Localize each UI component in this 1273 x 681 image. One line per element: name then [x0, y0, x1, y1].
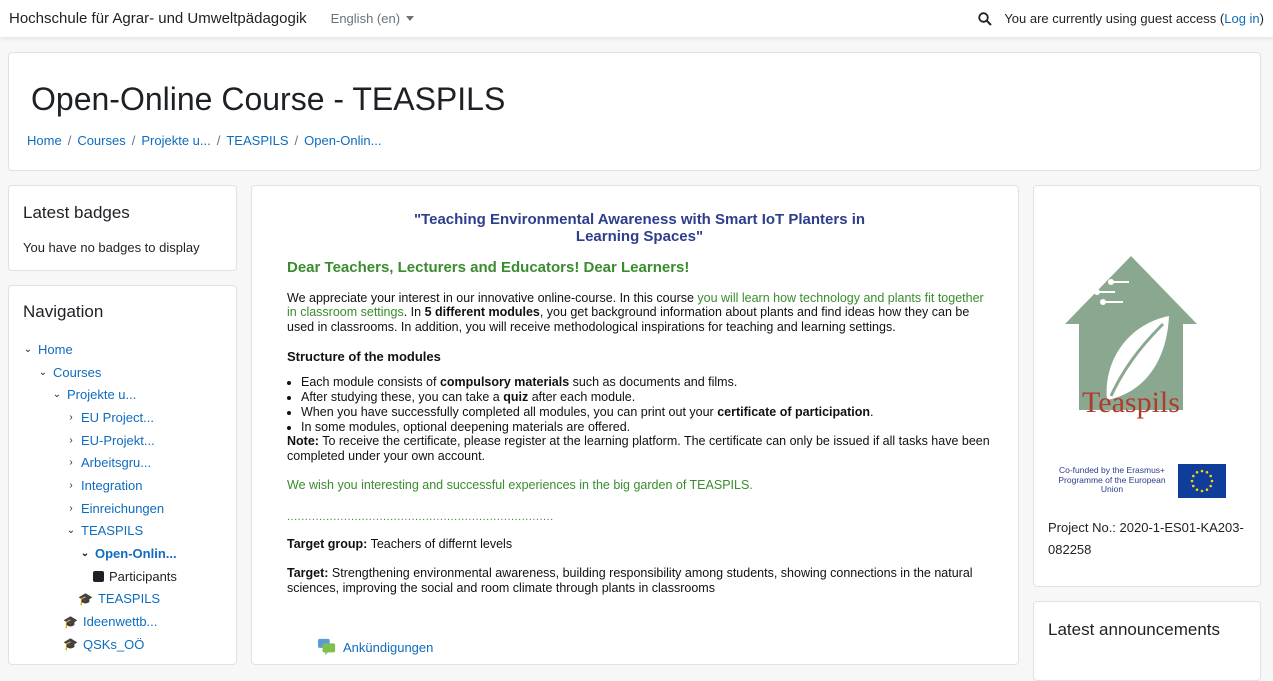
eu-flag-icon	[1178, 463, 1226, 498]
nav-item-home[interactable]: ⌄ Home	[23, 338, 177, 361]
module-list: Each module consists of compulsory mater…	[287, 375, 992, 434]
intro-paragraph: We appreciate your interest in our innov…	[287, 290, 984, 335]
target-text: Target: Strengthening environmental awar…	[287, 566, 973, 595]
latest-badges-block: Latest badges You have no badges to disp…	[8, 185, 237, 271]
block-title-badges: Latest badges	[23, 203, 130, 222]
chevron-right-icon: ›	[69, 479, 73, 491]
participants-icon	[93, 570, 104, 582]
wish-paragraph: We wish you interesting and successful e…	[287, 477, 753, 492]
breadcrumb-open-online[interactable]: Open-Onlin...	[304, 133, 381, 148]
chevron-down-icon: ⌄	[52, 389, 62, 401]
breadcrumb-projekte[interactable]: Projekte u...	[141, 133, 210, 148]
site-name[interactable]: Hochschule für Agrar- und Umweltpädagogi…	[9, 10, 307, 27]
latest-announcements-block: Latest announcements	[1033, 601, 1261, 681]
block-title-announcements: Latest announcements	[1048, 620, 1221, 639]
navigation-block: Navigation ⌄ Home ⌄ Courses ⌄ Projekte u...…	[8, 285, 237, 665]
teaspils-info-block: Teaspils Co-funded by the Erasmus+ Progr…	[1033, 185, 1261, 587]
breadcrumb-home[interactable]: Home	[27, 133, 62, 148]
block-title-navigation: Navigation	[23, 302, 104, 321]
graduation-cap-icon: 🎓	[78, 591, 93, 606]
breadcrumb-teaspils[interactable]: TEASPILS	[226, 133, 288, 148]
navigation-tree: ⌄ Home ⌄ Courses ⌄ Projekte u... › EU Projec…	[23, 338, 177, 656]
nav-item-integration[interactable]: › Integration	[23, 474, 177, 497]
list-item: In some modules, optional deepening mate…	[301, 420, 992, 435]
language-selector[interactable]: English (en)	[330, 11, 415, 26]
nav-item-courses[interactable]: ⌄ Courses	[23, 361, 177, 384]
chevron-down-icon: ⌄	[23, 343, 33, 355]
eu-cofunded-banner: Co-funded by the Erasmus+ Programme of t…	[1052, 462, 1226, 499]
chevron-right-icon: ›	[69, 502, 73, 514]
language-label: English (en)	[330, 11, 401, 26]
chevron-down-icon: ⌄	[80, 548, 90, 560]
nav-item-projekte[interactable]: ⌄ Projekte u...	[23, 383, 177, 406]
structure-heading: Structure of the modules	[287, 348, 441, 364]
target-group: Target group: Teachers of differnt level…	[287, 537, 513, 552]
user-area: You are currently using guest access (Lo…	[978, 11, 1264, 26]
breadcrumb: Home / Courses / Projekte u... / TEASPIL…	[27, 133, 382, 148]
logo-wordmark: Teaspils	[1082, 386, 1180, 419]
page-header: Open-Online Course - TEASPILS Home / Cou…	[8, 52, 1261, 171]
chevron-right-icon: ›	[69, 457, 73, 469]
nav-item-teaspils-category[interactable]: ⌄ TEASPILS	[23, 520, 177, 543]
nav-item-ideenwettb[interactable]: 🎓 Ideenwettb...	[23, 610, 177, 633]
teaspils-logo: Teaspils	[1051, 232, 1211, 462]
page-title: Open-Online Course - TEASPILS	[31, 81, 506, 117]
login-link[interactable]: Log in	[1224, 11, 1259, 26]
chevron-down-icon: ⌄	[66, 525, 76, 537]
note-paragraph: Note: To receive the certificate, please…	[287, 434, 990, 464]
top-navbar: Hochschule für Agrar- und Umweltpädagogi…	[0, 0, 1273, 37]
breadcrumb-courses[interactable]: Courses	[77, 133, 125, 148]
graduation-cap-icon: 🎓	[63, 614, 78, 629]
caret-down-icon	[406, 16, 415, 21]
nav-item-eu-project[interactable]: › EU Project...	[23, 406, 177, 429]
announcements-link[interactable]: Ankündigungen	[317, 638, 433, 656]
guest-access-text: You are currently using guest access (Lo…	[1004, 11, 1264, 26]
nav-item-participants[interactable]: Participants	[23, 565, 177, 588]
graduation-cap-icon: 🎓	[63, 637, 78, 652]
search-icon[interactable]	[978, 11, 993, 26]
nav-item-qsks[interactable]: 🎓 QSKs_OÖ	[23, 633, 177, 656]
course-summary: "Teaching Environmental Awareness with S…	[287, 208, 992, 596]
course-lead-title: "Teaching Environmental Awareness with S…	[413, 211, 866, 245]
course-content: "Teaching Environmental Awareness with S…	[251, 185, 1019, 665]
forum-icon	[318, 638, 336, 656]
list-item: Each module consists of compulsory mater…	[301, 375, 992, 390]
chevron-down-icon: ⌄	[38, 366, 48, 378]
nav-item-teaspils-course[interactable]: 🎓 TEASPILS	[23, 588, 177, 611]
chevron-right-icon: ›	[69, 411, 73, 423]
nav-item-arbeitsgru[interactable]: › Arbeitsgru...	[23, 451, 177, 474]
dotted-divider: ........................................…	[287, 510, 554, 523]
nav-item-open-online[interactable]: ⌄ Open-Onlin...	[23, 542, 177, 565]
list-item: When you have successfully completed all…	[301, 405, 992, 420]
nav-item-einreichungen[interactable]: › Einreichungen	[23, 497, 177, 520]
no-badges-text: You have no badges to display	[23, 240, 200, 255]
list-item: After studying these, you can take a qui…	[301, 390, 992, 405]
project-number: Project No.: 2020-1-ES01-KA203-082258	[1048, 520, 1244, 558]
chevron-right-icon: ›	[69, 434, 73, 446]
eu-cofunded-text: Co-funded by the Erasmus+ Programme of t…	[1058, 465, 1166, 495]
nav-item-eu-projekt[interactable]: › EU-Projekt...	[23, 429, 177, 452]
greeting-heading: Dear Teachers, Lecturers and Educators! …	[287, 259, 690, 276]
